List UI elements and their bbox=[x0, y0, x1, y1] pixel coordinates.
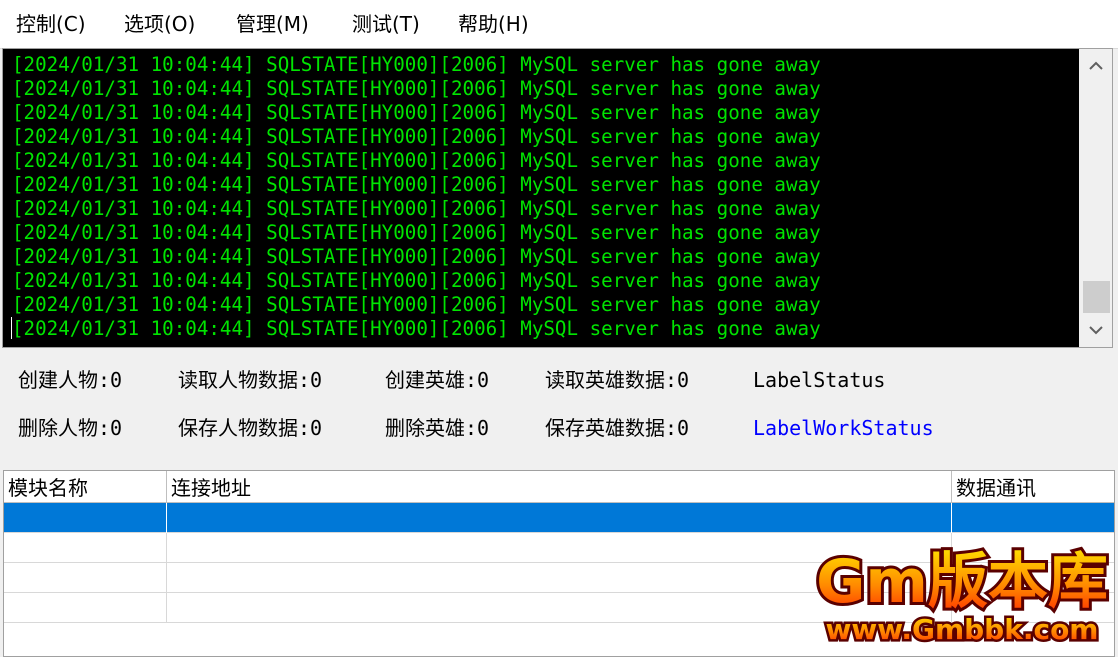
stat-create-character: 创建人物:0 bbox=[18, 368, 123, 392]
label-status: LabelStatus bbox=[753, 368, 886, 392]
log-line: [2024/01/31 10:04:44] SQLSTATE[HY000][20… bbox=[12, 77, 821, 100]
log-line: [2024/01/31 10:04:44] SQLSTATE[HY000][20… bbox=[12, 53, 821, 76]
watermark-title: Gm版本库 bbox=[816, 547, 1108, 617]
log-console[interactable]: [2024/01/31 10:04:44] SQLSTATE[HY000][20… bbox=[2, 48, 1113, 348]
column-header-module-name[interactable]: 模块名称 bbox=[4, 471, 167, 502]
log-vertical-scrollbar[interactable] bbox=[1079, 49, 1112, 347]
menu-bar: 控制(C) 选项(O) 管理(M) 测试(T) 帮助(H) bbox=[0, 0, 1118, 49]
scroll-thumb[interactable] bbox=[1083, 281, 1110, 313]
table-cell bbox=[952, 503, 1114, 533]
table-row[interactable] bbox=[4, 503, 1114, 533]
chevron-down-icon bbox=[1088, 326, 1103, 335]
watermark-url: www.Gmbbk.com bbox=[826, 613, 1099, 646]
scroll-down-button[interactable] bbox=[1079, 313, 1112, 347]
scroll-up-button[interactable] bbox=[1079, 49, 1112, 83]
log-line: [2024/01/31 10:04:44] SQLSTATE[HY000][20… bbox=[12, 317, 821, 340]
stat-delete-hero: 删除英雄:0 bbox=[385, 416, 490, 440]
menu-test[interactable]: 测试(T) bbox=[352, 11, 420, 37]
menu-options[interactable]: 选项(O) bbox=[124, 11, 195, 37]
label-work-status: LabelWorkStatus bbox=[753, 416, 934, 440]
chevron-up-icon bbox=[1088, 61, 1103, 70]
stats-panel: 创建人物:0 读取人物数据:0 创建英雄:0 读取英雄数据:0 LabelSta… bbox=[0, 350, 1118, 468]
log-line: [2024/01/31 10:04:44] SQLSTATE[HY000][20… bbox=[12, 125, 821, 148]
column-header-address[interactable]: 连接地址 bbox=[167, 471, 952, 502]
log-text-area[interactable]: [2024/01/31 10:04:44] SQLSTATE[HY000][20… bbox=[3, 49, 1079, 347]
table-cell bbox=[4, 533, 167, 563]
menu-help[interactable]: 帮助(H) bbox=[458, 11, 529, 37]
log-line: [2024/01/31 10:04:44] SQLSTATE[HY000][20… bbox=[12, 197, 821, 220]
table-cell bbox=[167, 503, 952, 533]
stat-delete-character: 删除人物:0 bbox=[18, 416, 123, 440]
text-caret bbox=[11, 317, 12, 339]
stat-read-character-data: 读取人物数据:0 bbox=[178, 368, 323, 392]
stat-save-hero-data: 保存英雄数据:0 bbox=[545, 416, 690, 440]
stat-read-hero-data: 读取英雄数据:0 bbox=[545, 368, 690, 392]
table-cell bbox=[4, 503, 167, 533]
log-line: [2024/01/31 10:04:44] SQLSTATE[HY000][20… bbox=[12, 173, 821, 196]
stat-save-character-data: 保存人物数据:0 bbox=[178, 416, 323, 440]
menu-control[interactable]: 控制(C) bbox=[16, 11, 86, 37]
table-cell bbox=[4, 563, 167, 593]
log-line: [2024/01/31 10:04:44] SQLSTATE[HY000][20… bbox=[12, 101, 821, 124]
log-line: [2024/01/31 10:04:44] SQLSTATE[HY000][20… bbox=[12, 221, 821, 244]
menu-manage[interactable]: 管理(M) bbox=[236, 11, 309, 37]
log-line: [2024/01/31 10:04:44] SQLSTATE[HY000][20… bbox=[12, 293, 821, 316]
log-line: [2024/01/31 10:04:44] SQLSTATE[HY000][20… bbox=[12, 269, 821, 292]
column-header-data-comm[interactable]: 数据通讯 bbox=[952, 471, 1114, 502]
watermark-logo: Gm版本库 www.Gmbbk.com bbox=[813, 544, 1111, 648]
stat-create-hero: 创建英雄:0 bbox=[385, 368, 490, 392]
log-line: [2024/01/31 10:04:44] SQLSTATE[HY000][20… bbox=[12, 245, 821, 268]
log-line: [2024/01/31 10:04:44] SQLSTATE[HY000][20… bbox=[12, 149, 821, 172]
table-header: 模块名称 连接地址 数据通讯 bbox=[4, 471, 1114, 503]
table-cell bbox=[4, 593, 167, 623]
